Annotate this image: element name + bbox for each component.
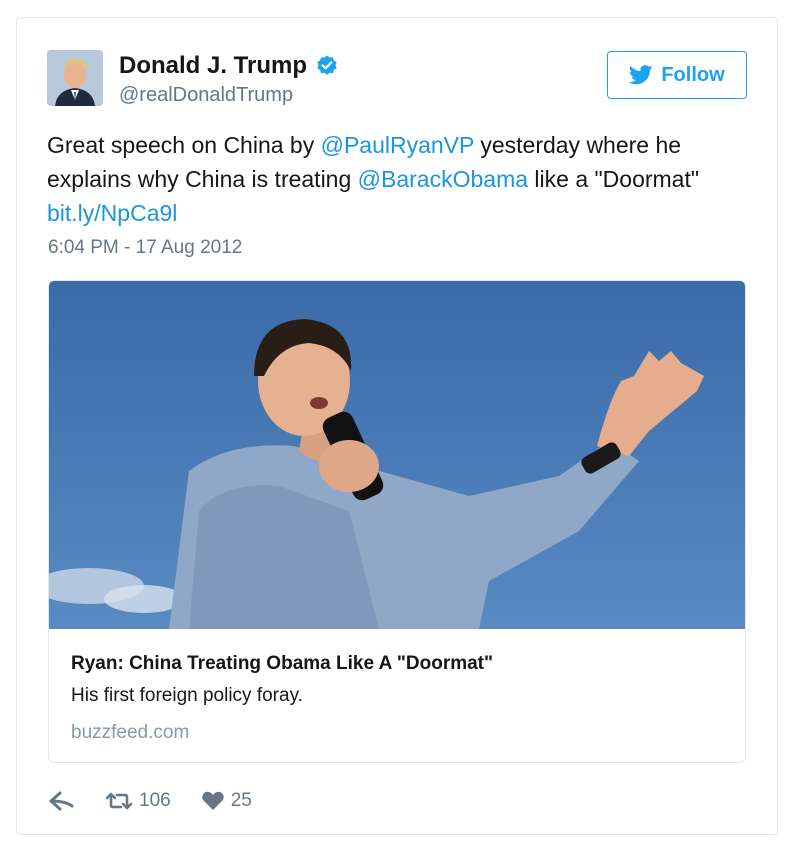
verified-badge-icon — [315, 54, 339, 78]
avatar[interactable] — [47, 50, 103, 106]
twitter-bird-icon — [629, 65, 653, 85]
tweet-card: Donald J. Trump @realDonaldTrump Follow … — [16, 17, 778, 835]
display-name[interactable]: Donald J. Trump — [119, 52, 307, 80]
card-domain: buzzfeed.com — [71, 722, 190, 743]
mention-paulryanvp[interactable]: @PaulRyanVP — [321, 132, 474, 158]
tweet-header: Donald J. Trump @realDonaldTrump Follow — [47, 50, 747, 110]
follow-button[interactable]: Follow — [607, 51, 747, 99]
reply-button[interactable] — [49, 790, 75, 812]
screen-name[interactable]: @realDonaldTrump — [119, 84, 339, 107]
retweet-icon — [105, 792, 133, 810]
tweet-text-part: Great speech on China by — [47, 132, 321, 158]
card-image — [49, 281, 745, 629]
card-title: Ryan: China Treating Obama Like A "Doorm… — [71, 653, 494, 674]
retweet-count: 106 — [139, 790, 171, 811]
avatar-image — [47, 50, 103, 106]
reply-icon — [49, 791, 74, 811]
display-name-row: Donald J. Trump — [119, 52, 339, 80]
tweet-text: Great speech on China by @PaulRyanVP yes… — [47, 128, 752, 230]
tweet-link[interactable]: bit.ly/NpCa9l — [47, 200, 177, 226]
retweet-button[interactable]: 106 — [105, 790, 171, 812]
timestamp[interactable]: 6:04 PM - 17 Aug 2012 — [48, 237, 242, 259]
card-description: His first foreign policy foray. — [71, 685, 303, 706]
like-count: 25 — [230, 790, 252, 811]
mention-barackobama[interactable]: @BarackObama — [358, 166, 528, 192]
like-button[interactable]: 25 — [201, 790, 252, 812]
follow-label: Follow — [661, 63, 725, 86]
link-preview-card[interactable]: Ryan: China Treating Obama Like A "Doorm… — [48, 280, 746, 763]
tweet-actions: 106 25 — [49, 786, 252, 816]
heart-icon — [201, 791, 224, 810]
user-names: Donald J. Trump @realDonaldTrump — [119, 52, 339, 107]
tweet-text-part: like a "Doormat" — [528, 166, 700, 192]
